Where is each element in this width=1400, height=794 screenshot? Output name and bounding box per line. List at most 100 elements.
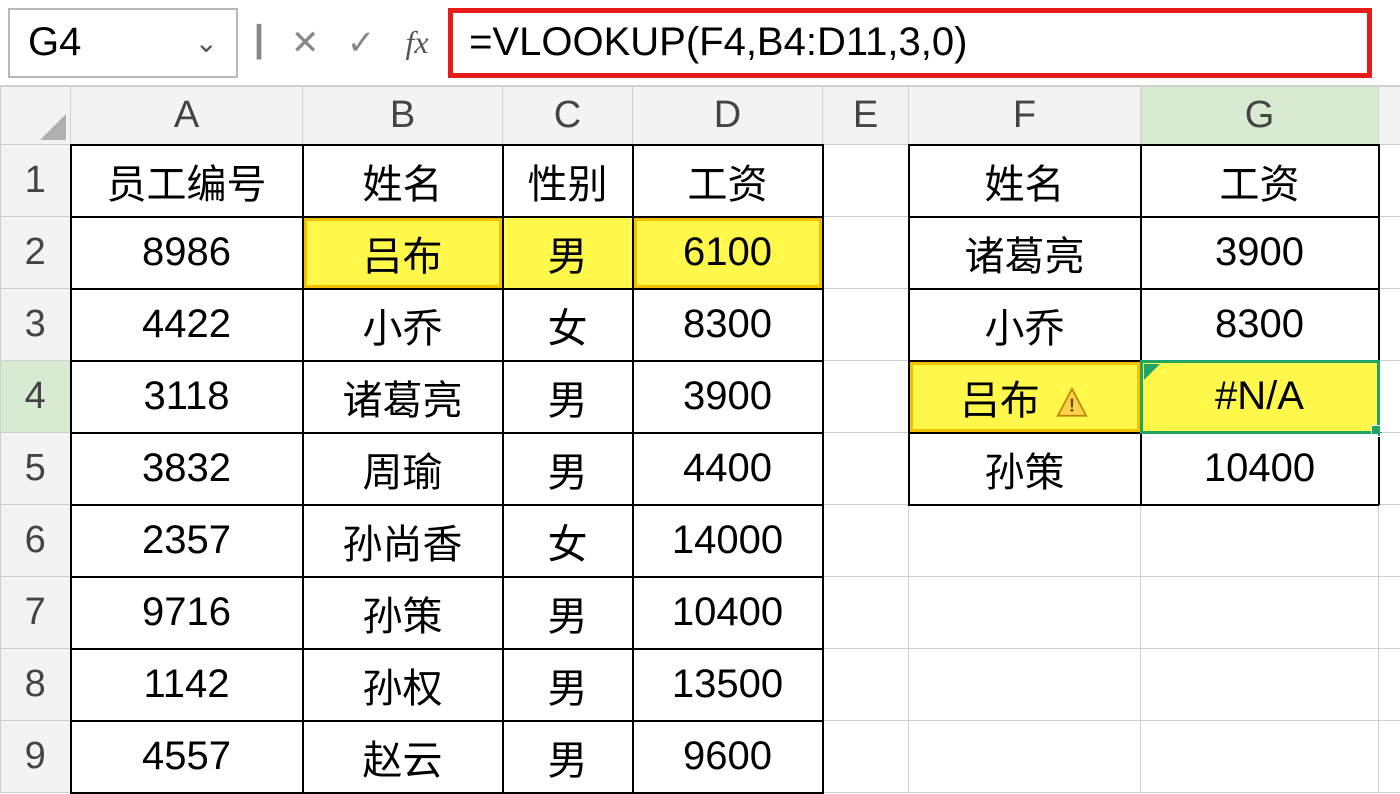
- cell-A7[interactable]: 9716: [71, 577, 303, 649]
- cell-A5[interactable]: 3832: [71, 433, 303, 505]
- cell-blank-8[interactable]: [1379, 649, 1400, 721]
- cell-C2[interactable]: 男: [503, 217, 633, 289]
- cell-blank-7[interactable]: [1379, 577, 1400, 649]
- cell-D5[interactable]: 4400: [633, 433, 823, 505]
- col-header-C[interactable]: C: [503, 87, 633, 145]
- cell-blank-6[interactable]: [1379, 505, 1400, 577]
- row-header-8[interactable]: 8: [1, 649, 71, 721]
- cell-C1[interactable]: 性别: [503, 145, 633, 217]
- col-header-A[interactable]: A: [71, 87, 303, 145]
- cell-blank-9[interactable]: [1379, 721, 1400, 793]
- row-6: 6 2357 孙尚香 女 14000: [1, 505, 1400, 577]
- cell-F9[interactable]: [909, 721, 1141, 793]
- name-box[interactable]: G4 ⌄: [8, 8, 238, 78]
- cell-G9[interactable]: [1141, 721, 1379, 793]
- cell-F2[interactable]: 诸葛亮: [909, 217, 1141, 289]
- cell-F5[interactable]: 孙策: [909, 433, 1141, 505]
- cell-D8[interactable]: 13500: [633, 649, 823, 721]
- cell-G4[interactable]: #N/A: [1141, 361, 1379, 433]
- formula-input[interactable]: =VLOOKUP(F4,B4:D11,3,0): [448, 8, 1372, 78]
- cell-D1[interactable]: 工资: [633, 145, 823, 217]
- cell-F3[interactable]: 小乔: [909, 289, 1141, 361]
- row-9: 9 4557 赵云 男 9600: [1, 721, 1400, 793]
- cell-G5[interactable]: 10400: [1141, 433, 1379, 505]
- enter-formula-button[interactable]: ✓: [336, 13, 386, 73]
- cell-C7[interactable]: 男: [503, 577, 633, 649]
- cell-blank-4[interactable]: [1379, 361, 1400, 433]
- row-header-9[interactable]: 9: [1, 721, 71, 793]
- col-header-G[interactable]: G: [1141, 87, 1379, 145]
- cell-D2[interactable]: 6100: [633, 217, 823, 289]
- cell-E5[interactable]: [823, 433, 909, 505]
- cancel-formula-button[interactable]: ✕: [280, 13, 330, 73]
- cell-C4[interactable]: 男: [503, 361, 633, 433]
- cell-D7[interactable]: 10400: [633, 577, 823, 649]
- col-header-F[interactable]: F: [909, 87, 1141, 145]
- cell-A4[interactable]: 3118: [71, 361, 303, 433]
- cell-A9[interactable]: 4557: [71, 721, 303, 793]
- cell-G2[interactable]: 3900: [1141, 217, 1379, 289]
- cell-D4[interactable]: 3900: [633, 361, 823, 433]
- cell-A2[interactable]: 8986: [71, 217, 303, 289]
- cell-B5[interactable]: 周瑜: [303, 433, 503, 505]
- cell-F4[interactable]: 吕布 !: [909, 361, 1141, 433]
- spreadsheet-grid[interactable]: A B C D E F G 1 员工编号 姓名 性别 工资 姓名 工资 2 89…: [0, 86, 1400, 794]
- cell-E7[interactable]: [823, 577, 909, 649]
- cell-B8[interactable]: 孙权: [303, 649, 503, 721]
- cell-E4[interactable]: [823, 361, 909, 433]
- cell-G6[interactable]: [1141, 505, 1379, 577]
- cell-D3[interactable]: 8300: [633, 289, 823, 361]
- cell-blank-5[interactable]: [1379, 433, 1400, 505]
- insert-function-button[interactable]: fx: [392, 13, 442, 73]
- cell-blank-2[interactable]: [1379, 217, 1400, 289]
- cell-F8[interactable]: [909, 649, 1141, 721]
- row-header-2[interactable]: 2: [1, 217, 71, 289]
- col-header-B[interactable]: B: [303, 87, 503, 145]
- cell-E3[interactable]: [823, 289, 909, 361]
- cell-blank-3[interactable]: [1379, 289, 1400, 361]
- cell-B1[interactable]: 姓名: [303, 145, 503, 217]
- cell-F1[interactable]: 姓名: [909, 145, 1141, 217]
- cell-E8[interactable]: [823, 649, 909, 721]
- cell-B2[interactable]: 吕布: [303, 217, 503, 289]
- cell-C3[interactable]: 女: [503, 289, 633, 361]
- cell-G3[interactable]: 8300: [1141, 289, 1379, 361]
- cell-F6[interactable]: [909, 505, 1141, 577]
- cell-B6[interactable]: 孙尚香: [303, 505, 503, 577]
- cell-F7[interactable]: [909, 577, 1141, 649]
- cell-D6[interactable]: 14000: [633, 505, 823, 577]
- cell-E6[interactable]: [823, 505, 909, 577]
- cell-blank-1[interactable]: [1379, 145, 1400, 217]
- cell-A1[interactable]: 员工编号: [71, 145, 303, 217]
- error-warning-icon[interactable]: !: [1055, 386, 1089, 420]
- cell-C9[interactable]: 男: [503, 721, 633, 793]
- cell-D9[interactable]: 9600: [633, 721, 823, 793]
- cell-C8[interactable]: 男: [503, 649, 633, 721]
- cell-E1[interactable]: [823, 145, 909, 217]
- row-header-5[interactable]: 5: [1, 433, 71, 505]
- select-all-corner[interactable]: [1, 87, 71, 145]
- col-header-D[interactable]: D: [633, 87, 823, 145]
- cell-C6[interactable]: 女: [503, 505, 633, 577]
- row-header-6[interactable]: 6: [1, 505, 71, 577]
- cell-C5[interactable]: 男: [503, 433, 633, 505]
- fx-icon: fx: [406, 24, 429, 61]
- cell-E2[interactable]: [823, 217, 909, 289]
- cell-B7[interactable]: 孙策: [303, 577, 503, 649]
- cell-A6[interactable]: 2357: [71, 505, 303, 577]
- cell-A3[interactable]: 4422: [71, 289, 303, 361]
- cell-A8[interactable]: 1142: [71, 649, 303, 721]
- row-header-4[interactable]: 4: [1, 361, 71, 433]
- cell-E9[interactable]: [823, 721, 909, 793]
- cell-B3[interactable]: 小乔: [303, 289, 503, 361]
- cell-G8[interactable]: [1141, 649, 1379, 721]
- col-header-E[interactable]: E: [823, 87, 909, 145]
- row-header-3[interactable]: 3: [1, 289, 71, 361]
- cell-B9[interactable]: 赵云: [303, 721, 503, 793]
- row-header-7[interactable]: 7: [1, 577, 71, 649]
- row-header-1[interactable]: 1: [1, 145, 71, 217]
- cell-G7[interactable]: [1141, 577, 1379, 649]
- cell-B4[interactable]: 诸葛亮: [303, 361, 503, 433]
- name-box-dropdown-icon[interactable]: ⌄: [195, 26, 218, 59]
- cell-G1[interactable]: 工资: [1141, 145, 1379, 217]
